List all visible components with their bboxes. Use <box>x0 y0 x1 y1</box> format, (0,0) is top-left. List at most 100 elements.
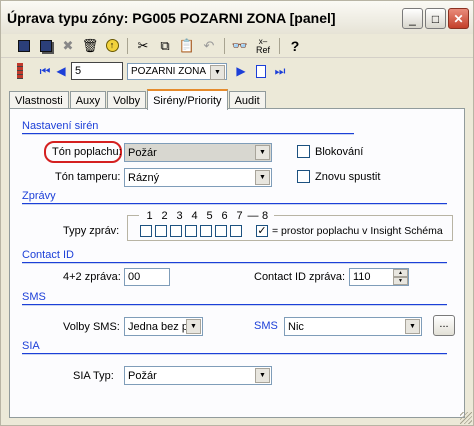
tab-label: Sirény/Priority <box>153 94 222 107</box>
section-divider <box>22 262 447 264</box>
dialog-window: Úprava typu zóny: PG005 POZARNI ZONA [pa… <box>0 0 474 426</box>
tab-label: Volby <box>113 94 141 107</box>
sms-options-select[interactable]: Jedna bez p ▼ <box>124 317 203 336</box>
sms-browse-button[interactable]: ... <box>433 315 455 336</box>
sms-value: Nic <box>288 320 304 333</box>
spin-down-icon[interactable]: ▼ <box>393 277 408 285</box>
help-button[interactable]: ? <box>284 36 306 56</box>
new-page-icon <box>256 64 266 78</box>
sms-options-label: Volby SMS: <box>63 321 120 333</box>
next-icon: ▶ <box>236 64 246 78</box>
close-button[interactable]: ✕ <box>448 8 469 29</box>
find-button[interactable]: 👓 <box>229 36 251 56</box>
message-types-label: Typy zpráv: <box>63 225 120 237</box>
save-close-button[interactable] <box>35 36 57 56</box>
last-record-button[interactable]: ⏭ <box>271 61 289 81</box>
message-type-checkbox[interactable] <box>215 225 227 237</box>
x-icon: ✖ <box>62 37 74 53</box>
message-type-checkbox[interactable] <box>140 225 152 237</box>
cid-spinner[interactable]: ▲ ▼ <box>393 269 408 285</box>
maximize-icon: □ <box>431 11 440 26</box>
section-divider <box>22 353 447 355</box>
tamper-tone-value: Rázný <box>128 171 160 184</box>
sia-type-select[interactable]: Požár ▼ <box>124 366 272 385</box>
sms-label: SMS <box>254 320 278 332</box>
binoculars-icon: 👓 <box>231 37 249 53</box>
chevron-down-icon: ▼ <box>255 368 270 383</box>
tab-volby[interactable]: Volby <box>107 91 147 109</box>
alarm-area-checkbox[interactable]: ✓ <box>256 225 268 237</box>
paste-button[interactable]: 📋 <box>176 36 198 56</box>
last-icon: ⏭ <box>274 63 286 78</box>
message-type-checkbox[interactable] <box>155 225 167 237</box>
tab-label: Audit <box>234 94 260 107</box>
message-type-number: 6 <box>221 210 228 222</box>
new-record-button[interactable] <box>251 61 271 81</box>
message-type-checkbox[interactable] <box>230 225 242 237</box>
alarm-area-label: = prostor poplachu v Insight Schéma <box>272 225 443 237</box>
message-type-number: 4 <box>191 210 198 222</box>
cid-label: Contact ID zpráva: <box>254 271 346 283</box>
sms-select[interactable]: Nic ▼ <box>284 317 422 336</box>
message-type-checkbox[interactable] <box>200 225 212 237</box>
up-button[interactable]: ↑ <box>101 36 123 56</box>
sms-options-value: Jedna bez p <box>128 320 188 333</box>
first-record-button[interactable]: ⏮ <box>37 61 53 81</box>
chevron-down-icon: ▼ <box>255 170 270 185</box>
resize-grip[interactable] <box>460 412 472 424</box>
cut-button[interactable]: ✂ <box>132 36 154 56</box>
scissors-icon: ✂ <box>137 37 149 53</box>
prev-record-button[interactable]: ◀ <box>53 61 69 81</box>
message-type-number: 2 <box>161 210 168 222</box>
record-number-input[interactable]: 5 <box>71 62 123 80</box>
tamper-tone-select[interactable]: Rázný ▼ <box>124 168 272 187</box>
toolbar-separator <box>224 37 225 54</box>
restart-checkbox[interactable] <box>297 170 310 183</box>
four-two-value: 00 <box>128 271 141 283</box>
save-button[interactable] <box>13 36 35 56</box>
navigation-bar: ⏮ ◀ 5 POZARNI ZONA ▼ ▶ ⏭ <box>1 58 473 84</box>
message-type-checkbox[interactable] <box>170 225 182 237</box>
maximize-button[interactable]: □ <box>425 8 446 29</box>
sia-type-value: Požár <box>128 369 157 382</box>
paste-icon: 📋 <box>178 37 196 53</box>
zone-select[interactable]: POZARNI ZONA ▼ <box>127 62 227 80</box>
block-checkbox[interactable] <box>297 145 310 158</box>
section-divider <box>22 133 354 135</box>
tab-audit[interactable]: Audit <box>228 91 266 109</box>
minimize-button[interactable]: _ <box>402 8 423 29</box>
section-messages-title: Zprávy <box>22 190 56 202</box>
block-label: Blokování <box>315 146 364 158</box>
spin-up-icon[interactable]: ▲ <box>393 269 408 277</box>
save-icon <box>18 39 30 52</box>
tab-strip: Vlastnosti Auxy Volby Sirény/Priority Au… <box>9 89 267 110</box>
undo-button[interactable]: ↶ <box>198 36 220 56</box>
tab-label: Auxy <box>75 94 101 107</box>
delete-button[interactable]: ✖ <box>57 36 79 56</box>
trash-button[interactable]: 🗑 <box>79 36 101 56</box>
message-type-number: 3 <box>176 210 183 222</box>
section-sms-title: SMS <box>22 291 46 303</box>
chevron-down-icon: ▼ <box>210 64 225 80</box>
tab-sireny-priority[interactable]: Sirény/Priority <box>147 89 228 110</box>
section-sirens-title: Nastavení sirén <box>22 120 99 132</box>
copy-button[interactable]: ⧉ <box>154 36 176 56</box>
chevron-down-icon: ▼ <box>405 319 420 334</box>
tab-label: Vlastnosti <box>15 94 63 107</box>
message-type-number-dash: — <box>247 210 259 222</box>
chevron-down-icon: ▼ <box>255 145 270 160</box>
ref-label: Ref <box>255 44 270 55</box>
tab-auxy[interactable]: Auxy <box>69 91 107 109</box>
chevron-down-icon: ▼ <box>186 319 201 334</box>
alarm-tone-label: Tón poplachu: <box>52 146 122 158</box>
message-type-checkbox[interactable] <box>185 225 197 237</box>
next-record-button[interactable]: ▶ <box>231 61 251 81</box>
restart-label: Znovu spustit <box>315 171 381 183</box>
save-close-icon <box>40 39 52 52</box>
ref-button[interactable]: x– Ref <box>251 36 275 56</box>
four-two-input[interactable]: 00 <box>124 268 170 286</box>
tab-vlastnosti[interactable]: Vlastnosti <box>9 91 69 109</box>
record-number-value: 5 <box>75 65 82 77</box>
alarm-tone-select[interactable]: Požár ▼ <box>124 143 272 162</box>
title-bar: Úprava typu zóny: PG005 POZARNI ZONA [pa… <box>1 1 473 34</box>
